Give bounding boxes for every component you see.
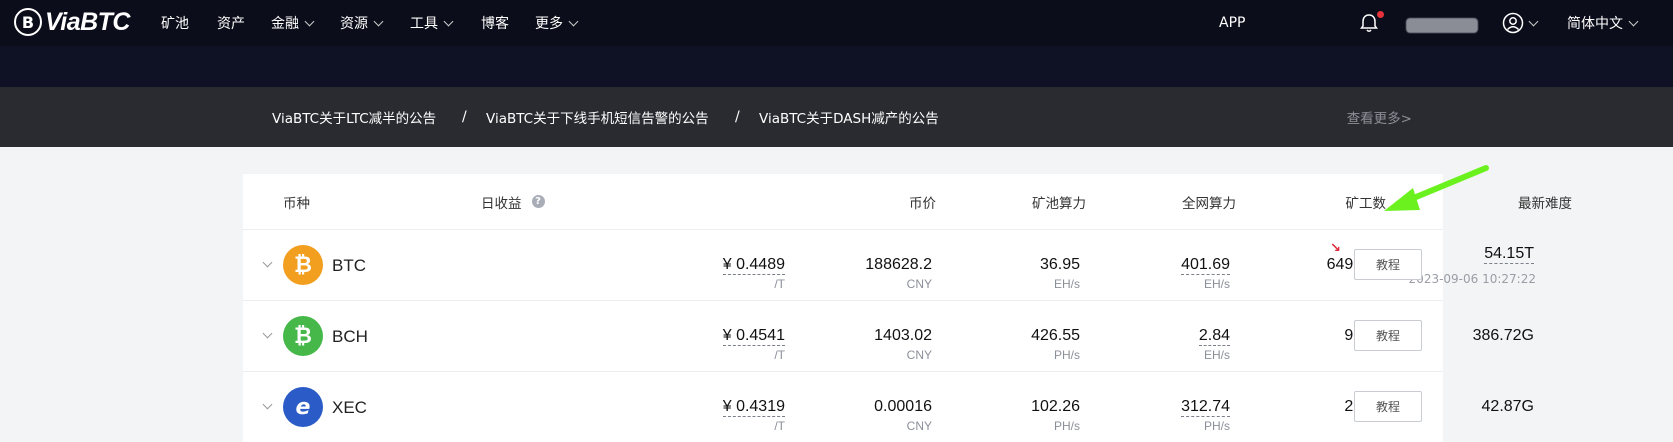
btc-coin-icon: ₿	[283, 245, 323, 285]
daily-income[interactable]: ¥ 0.4319	[722, 398, 785, 417]
income-unit: /T	[774, 348, 785, 362]
pool-hashrate: 426.55	[1031, 327, 1080, 344]
announcement-separator: /	[735, 109, 740, 125]
announcement-link[interactable]: ViaBTC关于LTC减半的公告	[272, 87, 436, 147]
nav-resources[interactable]: 资源	[340, 0, 384, 46]
price-unit: CNY	[906, 419, 932, 433]
xec-coin-icon: e	[283, 387, 323, 427]
header-coin: 币种	[283, 195, 310, 212]
pool-hashrate-unit: PH/s	[1053, 348, 1080, 362]
coin-name: BTC	[332, 255, 366, 275]
trend-down-icon: ↘	[1330, 241, 1341, 256]
chevron-down-icon	[443, 16, 454, 26]
income-unit: /T	[774, 277, 785, 291]
announcement-bar: ViaBTC关于LTC减半的公告 / ViaBTC关于下线手机短信告警的公告 /…	[0, 87, 1673, 147]
daily-income[interactable]: ¥ 0.4541	[722, 327, 785, 346]
logo-text: ViaBTC	[45, 7, 130, 36]
chevron-down-icon	[1528, 16, 1539, 26]
nav-resources-label: 资源	[340, 16, 368, 32]
table-row[interactable]: ₿ BTC ¥ 0.4489 /T 188628.2 CNY 36.95 EH/…	[243, 229, 1536, 300]
coin-price: 0.00016	[874, 398, 932, 415]
income-unit: /T	[774, 419, 785, 433]
network-hashrate[interactable]: 2.84	[1198, 327, 1230, 346]
network-hashrate-unit: PH/s	[1203, 419, 1230, 433]
chevron-down-icon	[1628, 16, 1639, 26]
pool-hashrate-unit: EH/s	[1053, 277, 1080, 291]
header-daily-income-label: 日收益	[481, 195, 522, 212]
nav-tools-label: 工具	[410, 16, 438, 32]
difficulty: 42.87G	[1481, 398, 1534, 415]
nav-assets[interactable]: 资产	[217, 0, 245, 46]
coin-price: 188628.2	[865, 256, 932, 273]
nav-assets-label: 资产	[217, 16, 245, 32]
nav-more[interactable]: 更多	[535, 0, 579, 46]
nav-blog[interactable]: 博客	[481, 0, 509, 46]
price-unit: CNY	[906, 277, 932, 291]
language-selector[interactable]: 简体中文	[1567, 0, 1639, 46]
nav-pool[interactable]: 矿池	[161, 0, 189, 46]
chevron-down-icon[interactable]	[262, 399, 273, 410]
coin-name: BCH	[332, 326, 368, 346]
user-avatar-icon[interactable]	[1502, 12, 1524, 34]
nav-finance[interactable]: 金融	[271, 0, 315, 46]
difficulty-timestamp: 2023-09-06 10:27:22	[1408, 272, 1536, 286]
nav-tools[interactable]: 工具	[410, 0, 454, 46]
pool-hashrate-unit: PH/s	[1053, 419, 1080, 433]
pool-hashrate: 36.95	[1039, 256, 1080, 273]
nav-app[interactable]: APP	[1219, 0, 1245, 46]
language-label: 简体中文	[1567, 16, 1623, 32]
chevron-down-icon	[568, 16, 579, 26]
difficulty: 386.72G	[1472, 327, 1534, 344]
tutorial-button[interactable]: 教程	[1354, 320, 1422, 351]
announcement-link[interactable]: ViaBTC关于下线手机短信告警的公告	[486, 87, 709, 147]
view-more-link[interactable]: 查看更多>	[1347, 87, 1412, 147]
network-hashrate[interactable]: 401.69	[1181, 256, 1230, 275]
chevron-down-icon	[373, 16, 384, 26]
table-row[interactable]: e XEC ¥ 0.4319 /T 0.00016 CNY 102.26 PH/…	[243, 371, 1534, 442]
chevron-down-icon	[304, 16, 315, 26]
header-banner	[0, 46, 1673, 87]
nav-more-label: 更多	[535, 16, 563, 32]
announcement-link[interactable]: ViaBTC关于DASH减产的公告	[759, 87, 939, 147]
top-navbar: B ViaBTC 矿池 资产 金融 资源 工具 博客 更多 APP 简体中文	[0, 0, 1673, 46]
pool-hashrate: 102.26	[1031, 398, 1080, 415]
announcement-separator: /	[462, 109, 467, 125]
coin-name: XEC	[332, 397, 367, 417]
username-blurred[interactable]	[1406, 18, 1478, 33]
network-hashrate[interactable]: 312.74	[1181, 398, 1230, 417]
nav-pool-label: 矿池	[161, 16, 189, 32]
chevron-down-icon[interactable]	[262, 328, 273, 339]
price-unit: CNY	[906, 348, 932, 362]
annotation-arrow-icon	[1384, 165, 1489, 211]
notification-dot	[1377, 11, 1384, 18]
bch-coin-icon: ₿	[283, 316, 323, 356]
network-hashrate-unit: EH/s	[1203, 348, 1230, 362]
network-hashrate-unit: EH/s	[1203, 277, 1230, 291]
nav-app-label: APP	[1219, 15, 1246, 31]
user-menu-chevron[interactable]	[1528, 0, 1539, 46]
chevron-down-icon[interactable]	[262, 257, 273, 268]
help-icon[interactable]: ?	[531, 195, 545, 208]
tutorial-button[interactable]: 教程	[1354, 249, 1422, 280]
tutorial-button[interactable]: 教程	[1354, 391, 1422, 422]
coin-table: 币种 日收益 ? 币价 矿池算力 全网算力 矿工数 最新难度 ₿ BTC ¥ 0…	[243, 174, 1572, 442]
nav-blog-label: 博客	[481, 16, 509, 32]
coin-price: 1403.02	[874, 327, 932, 344]
viabtc-logo[interactable]: B ViaBTC	[14, 6, 130, 38]
logo-mark: B	[14, 8, 42, 36]
nav-finance-label: 金融	[271, 16, 299, 32]
daily-income[interactable]: ¥ 0.4489	[722, 256, 785, 275]
table-row[interactable]: ₿ BCH ¥ 0.4541 /T 1403.02 CNY 426.55 PH/…	[243, 300, 1534, 371]
difficulty[interactable]: 54.15T	[1484, 245, 1534, 264]
